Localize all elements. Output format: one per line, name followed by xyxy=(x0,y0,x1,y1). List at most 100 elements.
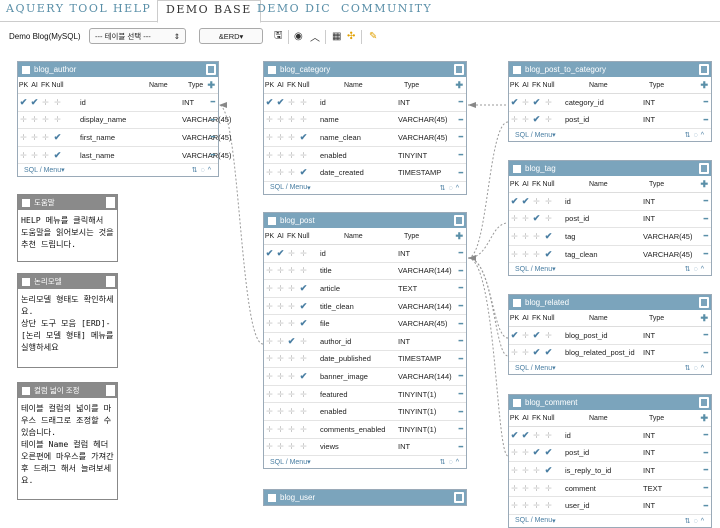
comment-icon[interactable]: ◌ xyxy=(694,266,701,273)
table-row[interactable]: ✛ ✛ ✛ ✛ enabled TINYINT ━ xyxy=(264,147,466,165)
fk-toggle[interactable]: ✛ xyxy=(286,319,297,328)
column-type[interactable]: INT xyxy=(643,214,655,223)
column-name[interactable]: date_created xyxy=(316,168,364,177)
null-toggle[interactable]: ✛ xyxy=(542,331,555,340)
ai-toggle[interactable]: ✛ xyxy=(275,407,286,416)
pk-toggle[interactable]: ✛ xyxy=(264,390,275,399)
column-type[interactable]: INT xyxy=(398,98,410,107)
pk-toggle[interactable]: ✛ xyxy=(509,115,520,124)
pk-toggle[interactable]: ✛ xyxy=(264,337,275,346)
null-toggle[interactable]: ✔ xyxy=(297,318,310,329)
column-type[interactable]: VARCHAR(144) xyxy=(398,372,452,381)
ai-toggle[interactable]: ✛ xyxy=(520,331,531,340)
remove-column-icon[interactable]: ━ xyxy=(704,449,708,457)
column-type[interactable]: INT xyxy=(643,431,655,440)
column-type[interactable]: VARCHAR(45) xyxy=(643,232,692,241)
remove-column-icon[interactable]: ━ xyxy=(704,502,708,510)
null-toggle[interactable]: ✔ xyxy=(297,132,310,143)
pk-toggle[interactable]: ✛ xyxy=(509,232,520,241)
remove-column-icon[interactable]: ━ xyxy=(459,151,463,159)
add-column-icon[interactable]: ✚ xyxy=(700,179,708,190)
pk-toggle[interactable]: ✛ xyxy=(509,348,520,357)
remove-column-icon[interactable]: ━ xyxy=(459,116,463,124)
column-type[interactable]: INT xyxy=(643,466,655,475)
fk-toggle[interactable]: ✔ xyxy=(531,213,542,224)
table-row[interactable]: ✛ ✛ ✛ ✛ display_name VARCHAR(45) ━ xyxy=(18,112,231,130)
null-toggle[interactable]: ✛ xyxy=(297,98,310,107)
column-type[interactable]: INT xyxy=(643,448,655,457)
pk-toggle[interactable]: ✛ xyxy=(264,151,275,160)
remove-column-icon[interactable]: ━ xyxy=(459,98,463,106)
null-toggle[interactable]: ✛ xyxy=(297,407,310,416)
ai-toggle[interactable]: ✔ xyxy=(275,97,286,108)
remove-column-icon[interactable]: ━ xyxy=(459,284,463,292)
null-toggle[interactable]: ✛ xyxy=(297,390,310,399)
memo-header[interactable]: 컬럼 넓이 조정 xyxy=(18,383,117,398)
pk-toggle[interactable]: ✛ xyxy=(264,354,275,363)
null-toggle[interactable]: ✔ xyxy=(542,231,555,242)
remove-column-icon[interactable]: ━ xyxy=(704,431,708,439)
column-name[interactable]: article xyxy=(316,284,340,293)
column-name[interactable]: comment xyxy=(561,484,596,493)
column-name[interactable]: is_reply_to_id xyxy=(561,466,611,475)
memo-header[interactable]: 도움말 xyxy=(18,195,117,210)
trash-icon[interactable] xyxy=(106,197,115,208)
remove-column-icon[interactable]: ━ xyxy=(704,197,708,205)
null-toggle[interactable]: ✛ xyxy=(542,197,555,206)
ai-toggle[interactable]: ✛ xyxy=(275,115,286,124)
sql-menu-button[interactable]: SQL / Menu xyxy=(515,266,552,273)
null-toggle[interactable]: ✛ xyxy=(297,354,310,363)
memo-body[interactable]: HELP 메뉴를 클릭해서 도움말을 읽어보시는 것을 추천 드립니다. xyxy=(18,210,117,254)
add-column-icon[interactable]: ✚ xyxy=(700,413,708,424)
column-type[interactable]: VARCHAR(45) xyxy=(182,151,231,160)
column-type[interactable]: VARCHAR(45) xyxy=(398,319,447,328)
trash-icon[interactable] xyxy=(206,64,216,75)
add-column-icon[interactable]: ✚ xyxy=(700,80,708,91)
table-row[interactable]: ✛ ✛ ✛ ✛ comment TEXT ━ xyxy=(509,480,711,498)
ai-toggle[interactable]: ✛ xyxy=(520,232,531,241)
collapse-icon[interactable]: ^ xyxy=(701,266,707,273)
table-row[interactable]: ✛ ✛ ✛ ✛ views INT ━ xyxy=(264,439,466,457)
table-select-checkbox[interactable] xyxy=(513,164,521,173)
null-toggle[interactable]: ✛ xyxy=(542,431,555,440)
table-row[interactable]: ✛ ✛ ✛ ✛ title VARCHAR(144) ━ xyxy=(264,263,466,281)
collapse-icon[interactable]: ^ xyxy=(456,459,462,466)
memo-checkbox[interactable] xyxy=(22,386,30,395)
table-row[interactable]: ✛ ✛ ✛ ✛ comments_enabled TINYINT(1) ━ xyxy=(264,421,466,439)
remove-column-icon[interactable]: ━ xyxy=(459,408,463,416)
collapse-icon[interactable]: ^ xyxy=(701,132,707,139)
comment-icon[interactable]: ◌ xyxy=(694,365,701,372)
null-toggle[interactable]: ✔ xyxy=(297,301,310,312)
ai-toggle[interactable]: ✛ xyxy=(520,348,531,357)
null-toggle[interactable]: ✛ xyxy=(297,266,310,275)
column-name[interactable]: banner_image xyxy=(316,372,368,381)
pk-toggle[interactable]: ✛ xyxy=(509,250,520,259)
remove-column-icon[interactable]: ━ xyxy=(459,425,463,433)
column-name[interactable]: tag_clean xyxy=(561,250,598,259)
column-type[interactable]: TINYINT(1) xyxy=(398,390,436,399)
add-column-icon[interactable]: ✚ xyxy=(455,80,463,91)
null-toggle[interactable]: ✔ xyxy=(297,167,310,178)
pk-toggle[interactable]: ✛ xyxy=(264,168,275,177)
null-toggle[interactable]: ✛ xyxy=(297,337,310,346)
fk-toggle[interactable]: ✛ xyxy=(286,302,297,311)
column-name[interactable]: author_id xyxy=(316,337,351,346)
sql-menu-button[interactable]: SQL / Menu xyxy=(270,184,307,191)
table-header[interactable]: blog_related xyxy=(509,295,711,310)
column-name[interactable]: views xyxy=(316,442,339,451)
column-type[interactable]: INT xyxy=(643,115,655,124)
null-toggle[interactable]: ✔ xyxy=(542,465,555,476)
null-toggle[interactable]: ✔ xyxy=(297,283,310,294)
column-type[interactable]: TINYINT(1) xyxy=(398,425,436,434)
column-name[interactable]: last_name xyxy=(76,151,115,160)
column-type[interactable]: VARCHAR(45) xyxy=(182,133,231,142)
remove-column-icon[interactable]: ━ xyxy=(459,169,463,177)
fk-toggle[interactable]: ✛ xyxy=(286,407,297,416)
pk-toggle[interactable]: ✔ xyxy=(509,430,520,441)
remove-column-icon[interactable]: ━ xyxy=(211,116,215,124)
column-name[interactable]: enabled xyxy=(316,407,347,416)
ai-toggle[interactable]: ✛ xyxy=(520,448,531,457)
sql-menu-button[interactable]: SQL / Menu xyxy=(270,459,307,466)
fk-toggle[interactable]: ✛ xyxy=(531,232,542,241)
remove-column-icon[interactable]: ━ xyxy=(459,390,463,398)
